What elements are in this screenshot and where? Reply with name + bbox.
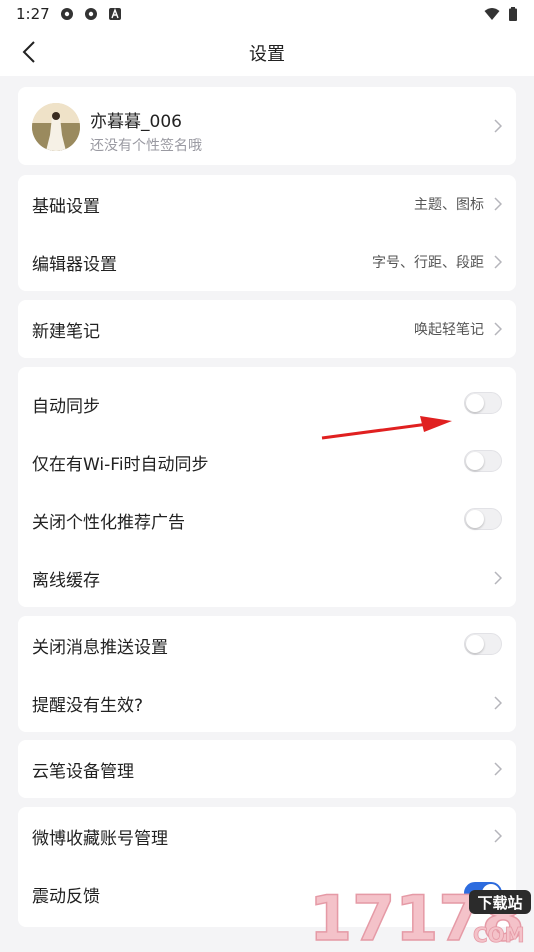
chevron-right-icon — [494, 119, 502, 133]
row-label: 微博收藏账号管理 — [32, 829, 168, 849]
row-value: 字号、行距、段距 — [372, 255, 484, 271]
toggle-knob — [466, 394, 484, 412]
row-label: 关闭消息推送设置 — [32, 638, 168, 658]
settings-row-offline-cache[interactable]: 离线缓存 — [18, 549, 516, 607]
settings-group-push: 关闭消息推送设置 提醒没有生效? — [18, 616, 516, 732]
row-label: 云笔设备管理 — [32, 762, 134, 782]
top-bar: 设置 — [0, 28, 534, 76]
profile-name: 亦暮暮_006 — [90, 112, 182, 132]
watermark: 17178 下载站 COM — [305, 880, 534, 952]
chevron-right-icon — [494, 255, 502, 269]
chevron-right-icon — [494, 197, 502, 211]
settings-row-new-note[interactable]: 新建笔记 唤起轻笔记 — [18, 300, 516, 358]
watermark-domain: COM — [473, 923, 525, 947]
settings-row-ads[interactable]: 关闭个性化推荐广告 — [18, 491, 516, 549]
row-value: 唤起轻笔记 — [414, 322, 484, 338]
chevron-right-icon — [494, 829, 502, 843]
row-label: 新建笔记 — [32, 322, 100, 342]
battery-icon — [509, 7, 517, 21]
settings-icon — [61, 8, 73, 20]
chevron-right-icon — [494, 696, 502, 710]
settings-row-push[interactable]: 关闭消息推送设置 — [18, 616, 516, 674]
settings-row-device-management[interactable]: 云笔设备管理 — [18, 740, 516, 798]
avatar-image — [32, 103, 80, 151]
push-toggle[interactable] — [464, 633, 502, 655]
chevron-right-icon — [494, 571, 502, 585]
row-label: 提醒没有生效? — [32, 696, 144, 716]
settings-icon — [85, 8, 97, 20]
profile-signature: 还没有个性签名哦 — [90, 138, 202, 154]
row-label: 震动反馈 — [32, 887, 100, 907]
annotation-arrow — [321, 416, 452, 440]
toggle-knob — [466, 635, 484, 653]
row-value: 主题、图标 — [414, 197, 484, 213]
settings-group-devices: 云笔设备管理 — [18, 740, 516, 798]
profile-card[interactable]: 亦暮暮_006 还没有个性签名哦 — [18, 87, 516, 165]
row-label: 仅在有Wi-Fi时自动同步 — [32, 455, 209, 475]
row-label: 编辑器设置 — [32, 255, 117, 275]
toggle-knob — [466, 510, 484, 528]
auto-sync-toggle[interactable] — [464, 392, 502, 414]
settings-row-basic[interactable]: 基础设置 主题、图标 — [18, 175, 516, 233]
row-label: 自动同步 — [32, 397, 100, 417]
settings-row-reminder-help[interactable]: 提醒没有生效? — [18, 674, 516, 732]
row-label: 离线缓存 — [32, 571, 100, 591]
settings-group-sync: 自动同步 仅在有Wi-Fi时自动同步 关闭个性化推荐广告 离线缓存 — [18, 367, 516, 607]
watermark-tag: 下载站 — [477, 894, 522, 912]
ads-toggle[interactable] — [464, 508, 502, 530]
chevron-right-icon — [494, 762, 502, 776]
settings-group-new-note: 新建笔记 唤起轻笔记 — [18, 300, 516, 358]
avatar[interactable] — [32, 103, 80, 151]
wifi-icon — [484, 8, 500, 20]
settings-group-basic: 基础设置 主题、图标 编辑器设置 字号、行距、段距 — [18, 175, 516, 291]
watermark-logo: 17178 下载站 COM — [308, 881, 531, 952]
wifi-sync-toggle[interactable] — [464, 450, 502, 472]
row-label: 关闭个性化推荐广告 — [32, 513, 185, 533]
chevron-right-icon — [494, 322, 502, 336]
page-title: 设置 — [249, 44, 285, 65]
settings-row-editor[interactable]: 编辑器设置 字号、行距、段距 — [18, 233, 516, 291]
row-label: 基础设置 — [32, 197, 100, 217]
font-icon — [109, 8, 121, 20]
status-time: 1:27 — [16, 5, 50, 23]
status-bar: 1:27 — [0, 0, 534, 28]
toggle-knob — [466, 452, 484, 470]
settings-row-weibo[interactable]: 微博收藏账号管理 — [18, 807, 516, 865]
